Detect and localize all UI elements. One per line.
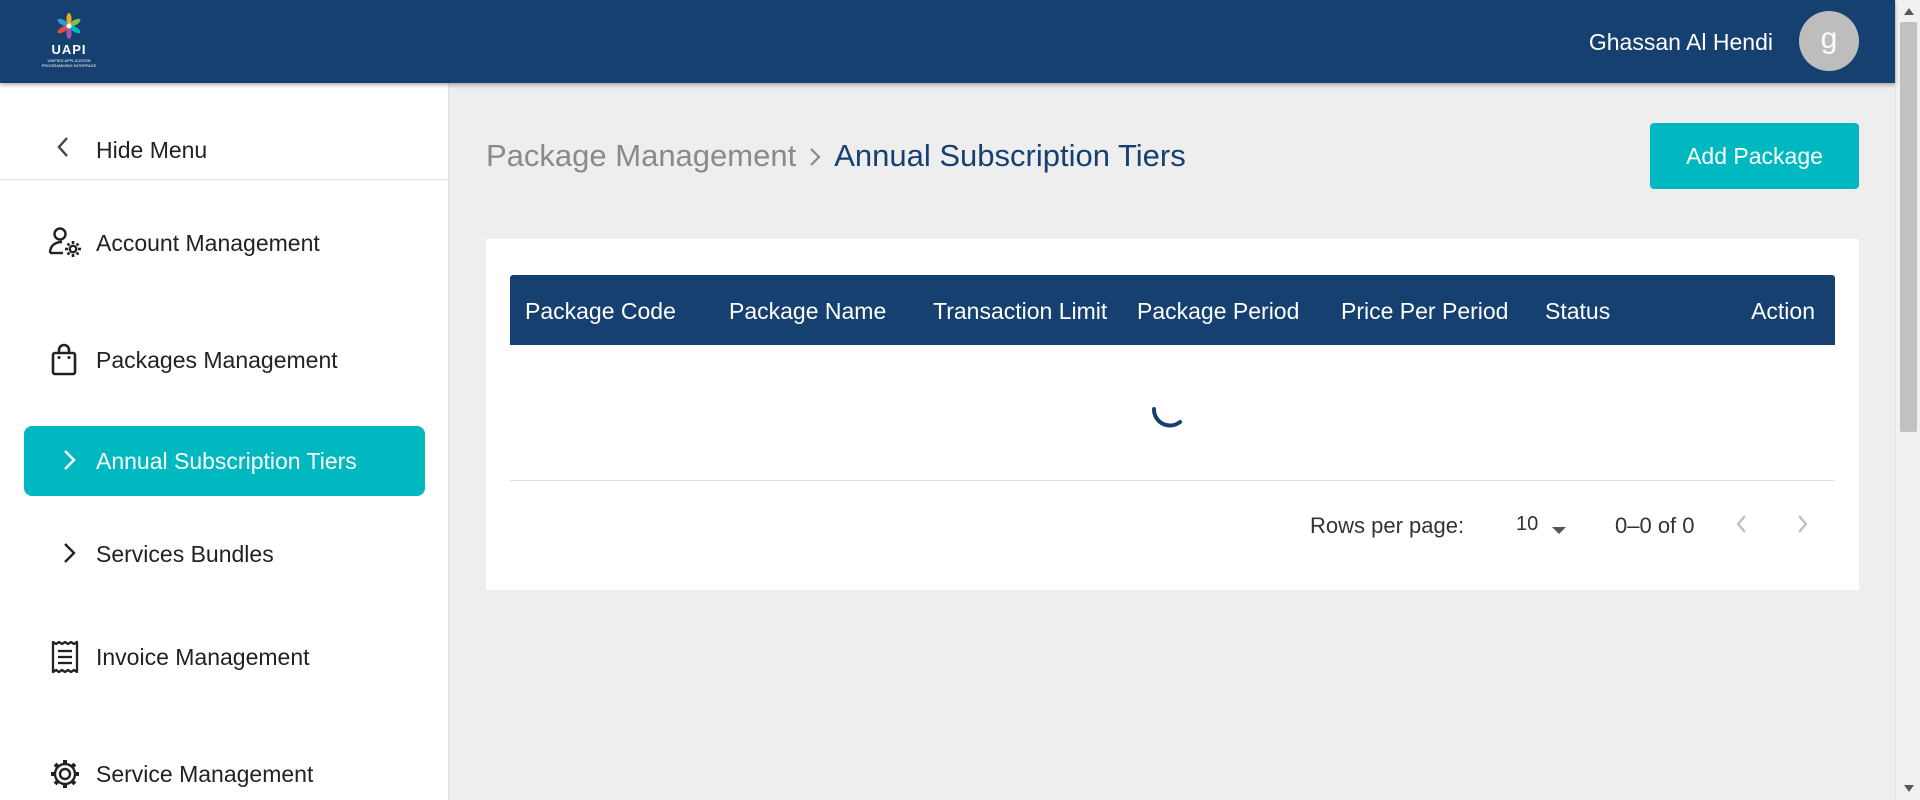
- breadcrumb-parent[interactable]: Package Management: [486, 138, 796, 173]
- svg-text:UAPI: UAPI: [51, 42, 86, 57]
- next-page-button[interactable]: [1784, 506, 1820, 542]
- sidebar-item-service-management[interactable]: Service Management: [24, 739, 425, 800]
- sidebar-item-label: Annual Subscription Tiers: [96, 448, 357, 474]
- sidebar: Hide Menu Account Management Packages Ma…: [0, 83, 449, 800]
- rows-per-page-select[interactable]: 10: [1510, 508, 1570, 542]
- column-header-status[interactable]: Status: [1545, 298, 1610, 325]
- column-header-package-name[interactable]: Package Name: [729, 298, 886, 325]
- breadcrumb-current: Annual Subscription Tiers: [834, 138, 1186, 173]
- column-header-package-period[interactable]: Package Period: [1137, 298, 1299, 325]
- breadcrumb: Package Management Annual Subscription Ti…: [486, 138, 1186, 176]
- top-bar: UAPI UNIFIED APPLICATION PROGRAMMING INT…: [0, 0, 1895, 83]
- uapi-logo[interactable]: UAPI UNIFIED APPLICATION PROGRAMMING INT…: [36, 12, 102, 70]
- table-header: Package Code Package Name Transaction Li…: [510, 275, 1835, 345]
- chevron-right-icon: [60, 448, 80, 472]
- sidebar-item-label: Services Bundles: [96, 541, 274, 567]
- column-header-transaction-limit[interactable]: Transaction Limit: [933, 298, 1107, 325]
- hide-menu-label: Hide Menu: [96, 137, 208, 163]
- sidebar-item-label: Service Management: [96, 761, 314, 787]
- pagination-range: 0–0 of 0: [1615, 513, 1695, 538]
- sidebar-item-services-bundles[interactable]: Services Bundles: [24, 519, 425, 589]
- sidebar-item-label: Account Management: [96, 230, 320, 256]
- sidebar-item-invoice-management[interactable]: Invoice Management: [24, 622, 425, 692]
- sidebar-item-label: Invoice Management: [96, 644, 310, 670]
- shopping-bag-icon: [48, 343, 82, 377]
- chevron-right-icon: [808, 140, 822, 176]
- user-name[interactable]: Ghassan Al Hendi: [1589, 29, 1773, 56]
- rows-per-page-label: Rows per page:: [1310, 513, 1465, 538]
- gear-icon: [48, 757, 82, 791]
- rows-per-page-value: 10: [1516, 513, 1539, 535]
- sidebar-item-label: Packages Management: [96, 347, 338, 373]
- packages-table-card: Package Code Package Name Transaction Li…: [486, 239, 1859, 590]
- chevron-left-icon: [56, 136, 70, 163]
- loading-spinner-icon: [1146, 389, 1190, 433]
- add-package-button[interactable]: Add Package: [1650, 123, 1859, 189]
- sidebar-item-account-management[interactable]: Account Management: [24, 208, 425, 278]
- table-body: [510, 345, 1835, 481]
- scroll-down-arrow-icon[interactable]: [1904, 785, 1914, 792]
- caret-down-icon: [1552, 522, 1566, 540]
- vertical-scrollbar[interactable]: [1895, 0, 1920, 800]
- chevron-right-icon: [60, 541, 80, 565]
- column-header-price-per-period[interactable]: Price Per Period: [1341, 298, 1508, 325]
- sidebar-item-annual-subscription-tiers[interactable]: Annual Subscription Tiers: [24, 426, 425, 496]
- avatar[interactable]: g: [1799, 11, 1859, 71]
- receipt-icon: [48, 640, 82, 674]
- scrollbar-thumb[interactable]: [1900, 22, 1917, 432]
- sidebar-item-packages-management[interactable]: Packages Management: [24, 325, 425, 395]
- column-header-package-code[interactable]: Package Code: [525, 298, 676, 325]
- pagination: Rows per page: 10 0–0 of 0: [510, 482, 1835, 568]
- column-header-action: Action: [1751, 298, 1815, 324]
- previous-page-button[interactable]: [1724, 506, 1760, 542]
- hide-menu-button[interactable]: Hide Menu: [0, 83, 449, 180]
- user-gear-icon: [48, 226, 82, 260]
- scroll-up-arrow-icon[interactable]: [1904, 8, 1914, 15]
- svg-text:PROGRAMMING INTERFACE: PROGRAMMING INTERFACE: [42, 63, 97, 68]
